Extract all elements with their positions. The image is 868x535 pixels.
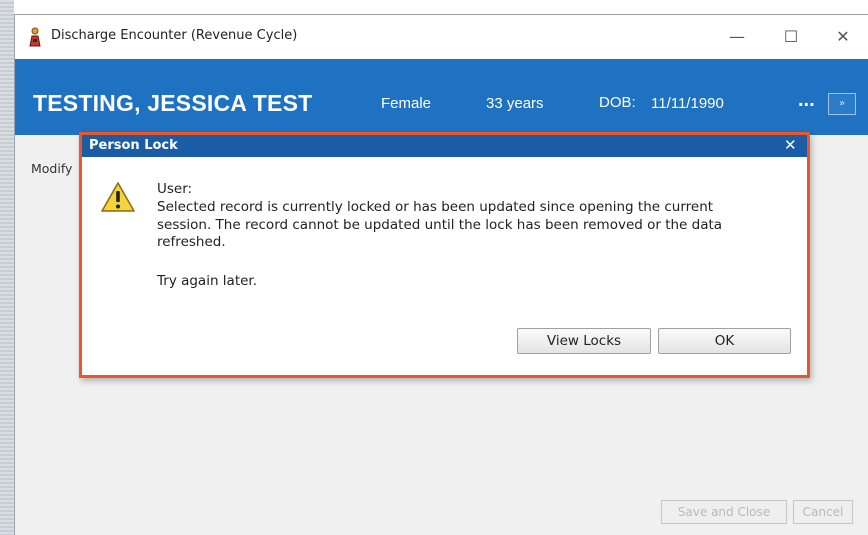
window-titlebar: Discharge Encounter (Revenue Cycle) — ☐ … [15,15,868,59]
message-line: User: [157,181,193,197]
window-title: Discharge Encounter (Revenue Cycle) [51,28,298,43]
warning-icon [101,182,135,212]
patient-age: 33 years [486,95,544,112]
minimize-button[interactable]: — [715,23,759,51]
dob-label: DOB: [599,94,636,111]
patient-name: TESTING, JESSICA TEST [33,90,313,116]
patient-gender: Female [381,95,432,112]
person-lock-dialog: Person Lock ✕ User: Selected record is c… [79,132,810,378]
person-icon [29,27,41,47]
cancel-button[interactable]: Cancel [793,500,853,524]
more-options-button[interactable]: ... [798,89,815,112]
message-line: Try again later. [157,273,258,289]
modify-label: Modify [31,161,73,176]
dialog-close-button[interactable]: ✕ [784,136,797,154]
desktop-edge [0,0,14,535]
maximize-button[interactable]: ☐ [769,23,813,51]
patient-banner: TESTING, JESSICA TEST Female 33 years DO… [15,59,868,135]
dialog-titlebar: Person Lock ✕ [82,135,807,157]
expand-banner-button[interactable]: » [828,93,856,115]
view-locks-button[interactable]: View Locks [517,328,651,354]
patient-dob: 11/11/1990 [651,95,724,112]
message-line: session. The record cannot be updated un… [157,217,723,233]
dialog-title: Person Lock [89,138,178,153]
save-and-close-button[interactable]: Save and Close [661,500,787,524]
message-line: Selected record is currently locked or h… [157,199,714,215]
window-close-button[interactable]: ✕ [821,23,865,51]
message-line: refreshed. [157,234,226,250]
ok-button[interactable]: OK [658,328,791,354]
